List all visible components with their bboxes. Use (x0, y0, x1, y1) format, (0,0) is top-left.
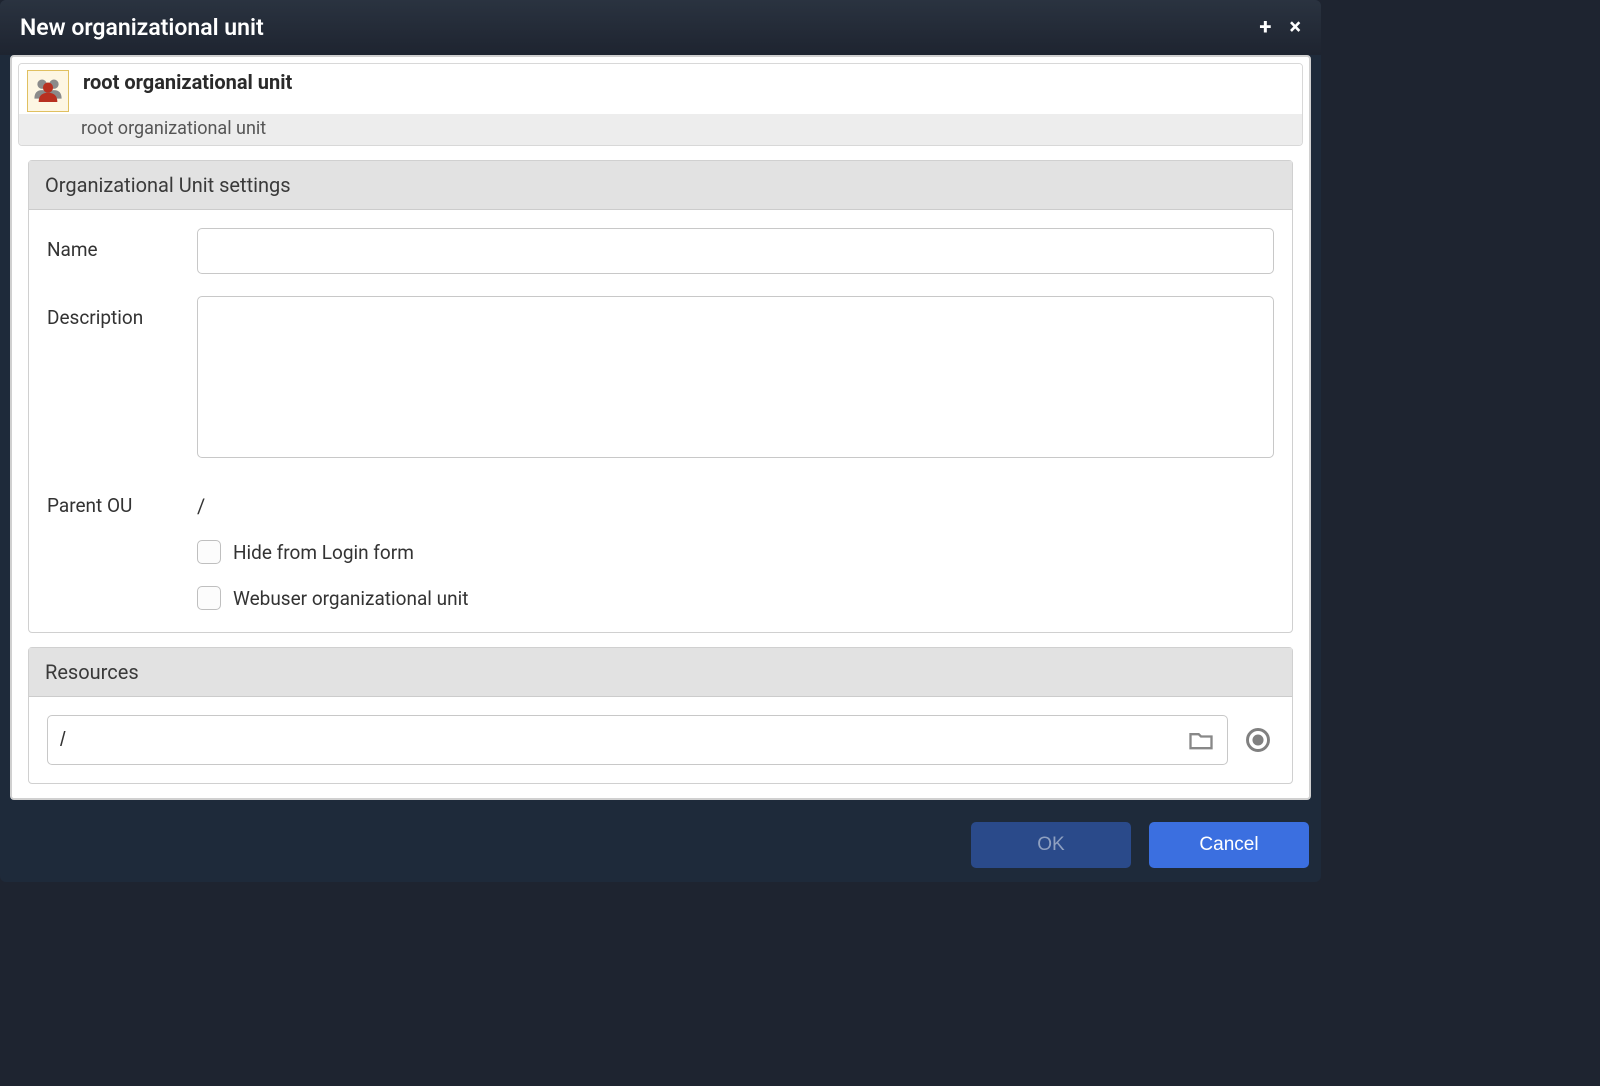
name-input[interactable] (197, 228, 1274, 274)
content-wrapper: root organizational unit root organizati… (10, 55, 1311, 800)
header-section: root organizational unit root organizati… (18, 63, 1303, 146)
target-icon[interactable] (1242, 724, 1274, 756)
checkbox-stack: Hide from Login form Webuser organizatio… (197, 540, 1274, 610)
header-texts: root organizational unit (83, 70, 1294, 95)
header-title: root organizational unit (83, 70, 1294, 95)
dialog: New organizational unit + × (0, 0, 1321, 882)
name-label: Name (47, 228, 197, 261)
name-row: Name (47, 228, 1274, 274)
org-unit-icon (27, 70, 69, 112)
header-row: root organizational unit (19, 64, 1302, 112)
description-input[interactable] (197, 296, 1274, 458)
description-row: Description (47, 296, 1274, 462)
resources-panel: Resources (28, 647, 1293, 784)
checkbox-stack-row: Hide from Login form Webuser organizatio… (47, 540, 1274, 610)
checkbox-box-icon (197, 540, 221, 564)
settings-panel: Organizational Unit settings Name Descri… (28, 160, 1293, 633)
parent-ou-value: / (197, 484, 1274, 518)
resources-row (29, 697, 1292, 783)
dialog-footer: OK Cancel (0, 810, 1321, 882)
titlebar-actions: + × (1259, 17, 1301, 39)
hide-login-checkbox[interactable]: Hide from Login form (197, 540, 1274, 564)
titlebar: New organizational unit + × (0, 0, 1321, 55)
resource-input-wrap (47, 715, 1228, 765)
checkbox-spacer (47, 540, 197, 550)
parent-ou-label: Parent OU (47, 484, 197, 517)
close-icon[interactable]: × (1289, 17, 1301, 39)
settings-panel-body: Name Description Parent OU / (29, 210, 1292, 632)
folder-icon[interactable] (1187, 726, 1215, 754)
hide-login-label: Hide from Login form (233, 541, 414, 564)
resource-path-input[interactable] (60, 729, 1187, 752)
parent-ou-row: Parent OU / (47, 484, 1274, 518)
settings-panel-heading: Organizational Unit settings (29, 161, 1292, 210)
description-label: Description (47, 296, 197, 329)
checkbox-box-icon (197, 586, 221, 610)
cancel-button[interactable]: Cancel (1149, 822, 1309, 868)
resources-panel-heading: Resources (29, 648, 1292, 697)
webuser-checkbox[interactable]: Webuser organizational unit (197, 586, 1274, 610)
webuser-label: Webuser organizational unit (233, 587, 468, 610)
add-icon[interactable]: + (1259, 17, 1271, 39)
dialog-title: New organizational unit (20, 14, 264, 41)
header-subtitle: root organizational unit (19, 114, 1302, 145)
ok-button[interactable]: OK (971, 822, 1131, 868)
